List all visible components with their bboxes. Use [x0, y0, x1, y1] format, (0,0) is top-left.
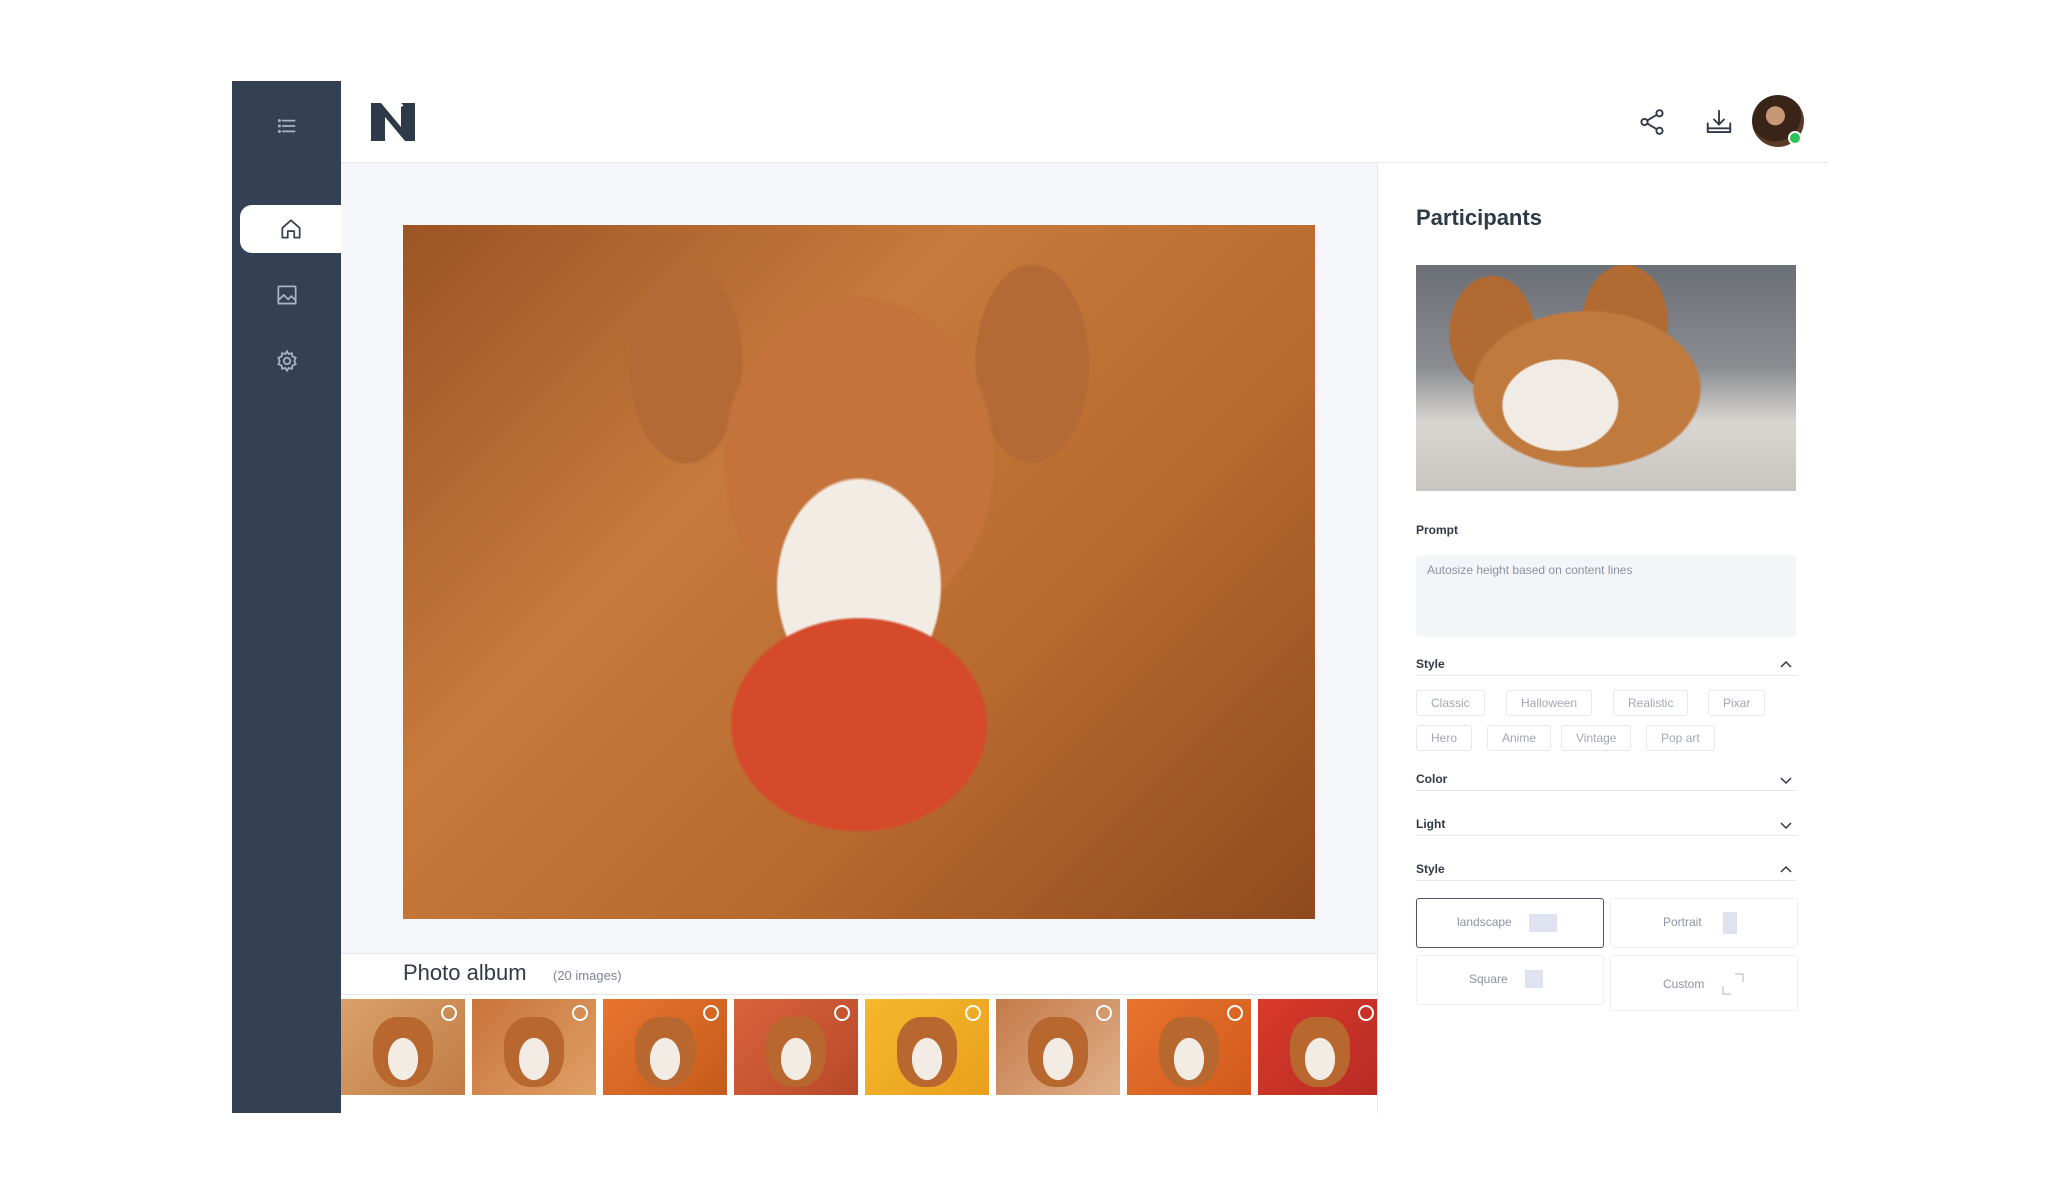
format-option-label: Square	[1469, 972, 1508, 986]
app-window: Photo album (20 images) Participants Pro…	[232, 81, 1829, 1113]
style-section-header[interactable]: Style	[1416, 655, 1796, 676]
select-circle-icon[interactable]	[441, 1005, 457, 1021]
format-option-square[interactable]: Square	[1416, 955, 1604, 1005]
online-status-indicator	[1788, 131, 1802, 145]
color-section-header[interactable]: Color	[1416, 770, 1796, 791]
thumbnail[interactable]	[734, 999, 858, 1095]
style-chip[interactable]: Realistic	[1613, 690, 1689, 716]
gallery-icon	[276, 285, 297, 305]
prompt-label: Prompt	[1416, 523, 1458, 537]
select-circle-icon[interactable]	[572, 1005, 588, 1021]
portrait-shape-icon	[1723, 912, 1737, 934]
top-header	[341, 81, 1828, 163]
home-icon	[280, 219, 301, 239]
settings-icon	[276, 349, 297, 373]
light-section-header[interactable]: Light	[1416, 815, 1796, 836]
style-chip[interactable]: Classic	[1416, 690, 1485, 716]
format-option-portrait[interactable]: Portrait	[1610, 898, 1798, 948]
color-label: Color	[1416, 772, 1448, 786]
thumbnail[interactable]	[603, 999, 727, 1095]
participant-image[interactable]	[1416, 265, 1796, 491]
prompt-input[interactable]: Autosize height based on content lines	[1416, 555, 1796, 637]
chevron-up-icon[interactable]	[1778, 657, 1794, 673]
format-option-landscape[interactable]: landscape	[1416, 898, 1604, 948]
select-circle-icon[interactable]	[1096, 1005, 1112, 1021]
style-chip[interactable]: Halloween	[1506, 690, 1593, 716]
format-option-label: Custom	[1663, 977, 1705, 991]
album-title: Photo album	[403, 960, 527, 985]
thumbnail[interactable]	[865, 999, 989, 1095]
thumbnail[interactable]	[996, 999, 1120, 1095]
landscape-shape-icon	[1529, 914, 1557, 932]
light-label: Light	[1416, 817, 1446, 831]
main-image[interactable]	[403, 225, 1315, 919]
logo[interactable]	[371, 103, 415, 141]
sidebar-item-home[interactable]	[240, 205, 341, 253]
participants-panel: Participants Prompt Autosize height base…	[1377, 163, 1829, 1113]
style-label: Style	[1416, 657, 1445, 671]
select-circle-icon[interactable]	[1227, 1005, 1243, 1021]
format-section-header[interactable]: Style	[1416, 860, 1796, 881]
style-chip[interactable]: Hero	[1416, 725, 1473, 751]
main-canvas	[341, 163, 1377, 953]
style-chip[interactable]: Vintage	[1561, 725, 1632, 751]
photo-album-header: Photo album (20 images)	[341, 953, 1377, 995]
style-chip[interactable]: Pop art	[1646, 725, 1715, 751]
style-chip[interactable]: Pixar	[1708, 690, 1766, 716]
download-icon[interactable]	[1704, 107, 1734, 137]
format-option-label: landscape	[1457, 915, 1512, 929]
format-label: Style	[1416, 862, 1445, 876]
thumbnail-image	[1028, 1017, 1088, 1087]
chevron-down-icon[interactable]	[1778, 772, 1794, 788]
thumbnail[interactable]	[341, 999, 465, 1095]
prompt-placeholder: Autosize height based on content lines	[1427, 563, 1633, 577]
thumbnail[interactable]	[472, 999, 596, 1095]
select-circle-icon[interactable]	[1358, 1005, 1374, 1021]
chevron-down-icon[interactable]	[1778, 817, 1794, 833]
menu-icon	[277, 119, 295, 133]
album-count: (20 images)	[553, 968, 622, 983]
square-shape-icon	[1525, 970, 1543, 988]
select-circle-icon[interactable]	[965, 1005, 981, 1021]
select-circle-icon[interactable]	[834, 1005, 850, 1021]
thumbnail[interactable]	[1258, 999, 1377, 1095]
avatar[interactable]	[1752, 95, 1804, 147]
format-option-label: Portrait	[1663, 915, 1702, 929]
thumbnail[interactable]	[1127, 999, 1251, 1095]
select-circle-icon[interactable]	[703, 1005, 719, 1021]
chevron-up-icon[interactable]	[1778, 862, 1794, 878]
menu-button[interactable]	[232, 102, 341, 150]
sidebar-item-gallery[interactable]	[232, 271, 341, 319]
thumbnail-image	[1290, 1017, 1350, 1087]
thumbnail-image	[373, 1017, 433, 1087]
thumbnail-image	[504, 1017, 564, 1087]
custom-size-icon	[1722, 973, 1744, 995]
thumbnail-image	[766, 1017, 826, 1087]
thumbnail-strip	[341, 999, 1377, 1095]
thumbnail-image	[897, 1017, 957, 1087]
format-option-custom[interactable]: Custom	[1610, 955, 1798, 1011]
style-chip[interactable]: Anime	[1487, 725, 1552, 751]
panel-title: Participants	[1416, 205, 1542, 230]
thumbnail-image	[1159, 1017, 1219, 1087]
share-icon[interactable]	[1637, 107, 1667, 137]
thumbnail-image	[635, 1017, 695, 1087]
sidebar	[232, 81, 341, 1113]
sidebar-item-settings[interactable]	[232, 337, 341, 385]
